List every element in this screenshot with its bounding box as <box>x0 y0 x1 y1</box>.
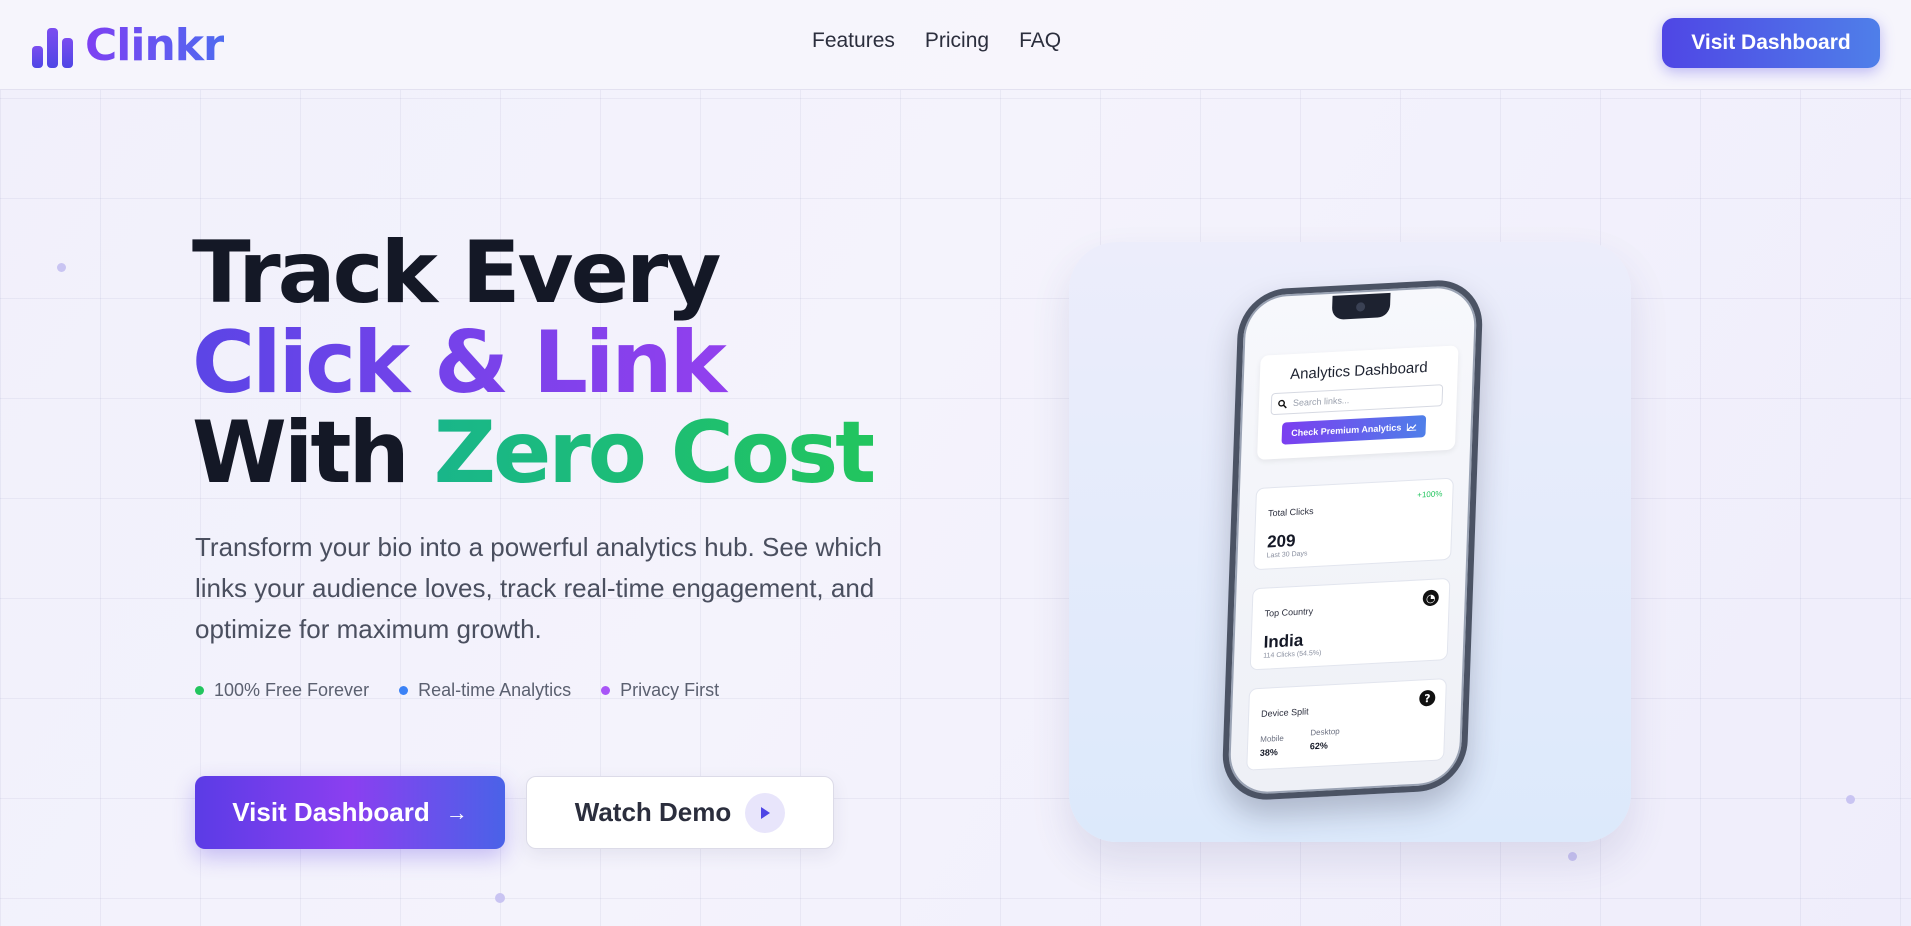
hero-description: Transform your bio into a powerful analy… <box>195 532 882 644</box>
top-country-value: India <box>1263 630 1304 652</box>
feature-list: 100% Free Forever Real-time Analytics Pr… <box>195 680 719 701</box>
analytics-header-card: Analytics Dashboard Search links... Chec… <box>1257 345 1459 460</box>
help-icon: ? <box>1419 689 1436 707</box>
watch-demo-button[interactable]: Watch Demo <box>526 776 834 849</box>
desktop-share: Desktop 62% <box>1309 726 1340 752</box>
trending-up-icon <box>1406 423 1416 432</box>
watch-demo-label: Watch Demo <box>574 797 732 827</box>
main-nav: Features Pricing FAQ <box>812 29 1061 53</box>
play-icon <box>745 792 786 833</box>
search-links-field[interactable]: Search links... <box>1270 384 1444 416</box>
top-country-card: ◔ Top Country India 114 Clicks (54.5%) <box>1249 577 1451 671</box>
device-split-card: ? Device Split Mobile 38% Desktop 62% <box>1246 678 1447 771</box>
nav-link-features[interactable]: Features <box>812 29 895 53</box>
hero-title-accent: Zero Cost <box>433 403 877 503</box>
brand-logo[interactable]: Clinkr <box>32 20 225 71</box>
decor-dot <box>57 263 66 272</box>
brand-name: Clinkr <box>85 20 225 71</box>
visit-dashboard-label: Visit Dashboard <box>232 797 430 827</box>
feature-label: Privacy First <box>620 680 720 700</box>
visit-dashboard-nav-button[interactable]: Visit Dashboard <box>1662 18 1880 68</box>
total-clicks-card: +100% Total Clicks 209 Last 30 Days <box>1253 477 1454 571</box>
feature-label: 100% Free Forever <box>214 680 370 700</box>
total-clicks-sub: Last 30 Days <box>1266 550 1308 560</box>
analytics-dashboard-title: Analytics Dashboard <box>1289 358 1428 384</box>
visit-dashboard-button[interactable]: Visit Dashboard → <box>195 776 505 849</box>
mobile-share: Mobile 38% <box>1259 733 1284 759</box>
decor-dot <box>1568 852 1577 861</box>
top-country-label: Top Country <box>1264 606 1314 619</box>
search-icon <box>1278 399 1287 408</box>
search-placeholder: Search links... <box>1292 395 1350 409</box>
blue-dot-icon <box>399 686 409 695</box>
hero-title-line-1: Track Every <box>192 223 721 323</box>
feature-label: Real-time Analytics <box>418 680 572 700</box>
phone-mockup: Analytics Dashboard Search links... Chec… <box>1221 277 1484 803</box>
nav-link-pricing[interactable]: Pricing <box>925 29 989 53</box>
arrow-right-icon: → <box>445 799 468 825</box>
top-navbar: Clinkr Features Pricing FAQ Visit Dashbo… <box>0 0 1911 90</box>
camera-icon <box>1355 302 1366 312</box>
feature-item: 100% Free Forever <box>195 680 369 701</box>
bar-chart-logo-icon <box>32 24 73 68</box>
feature-item: Real-time Analytics <box>399 680 571 701</box>
hero-title-line-2: Click & Link <box>192 318 873 408</box>
feature-item: Privacy First <box>601 680 719 701</box>
hero-title-prefix: With <box>192 403 410 503</box>
phone-notch <box>1331 292 1391 320</box>
premium-button-label: Check Premium Analytics <box>1291 422 1402 439</box>
hero-title: Track Every Click & Link With Zero Cost <box>192 223 876 498</box>
growth-badge: +100% <box>1417 489 1443 500</box>
total-clicks-value: 209 <box>1266 530 1296 552</box>
total-clicks-label: Total Clicks <box>1267 506 1314 519</box>
decor-dot <box>1846 795 1855 804</box>
green-dot-icon <box>195 686 204 695</box>
check-premium-analytics-button[interactable]: Check Premium Analytics <box>1281 415 1427 445</box>
purple-dot-icon <box>601 686 611 695</box>
hero-title-line-3: With Zero Cost <box>192 408 876 498</box>
nav-link-faq[interactable]: FAQ <box>1019 29 1061 53</box>
decor-dot <box>495 893 505 903</box>
pie-chart-icon: ◔ <box>1422 589 1440 607</box>
device-split-label: Device Split <box>1260 706 1309 719</box>
